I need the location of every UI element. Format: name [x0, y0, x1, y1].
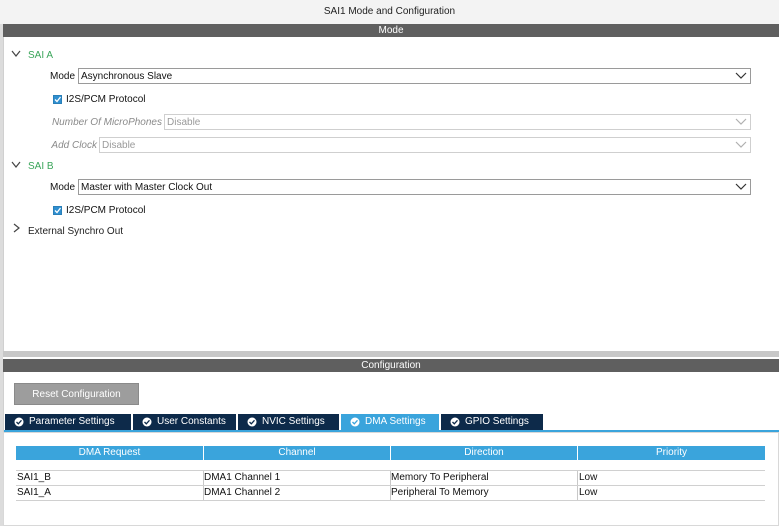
table-row-1-priority[interactable]: Low [577, 471, 765, 485]
table-row-1-request[interactable]: SAI1_B [15, 471, 203, 485]
sai-b-mode-select[interactable]: Master with Master Clock Out [78, 179, 751, 195]
row-divider [16, 500, 765, 501]
check-circle-icon [14, 417, 24, 427]
chevron-down-icon [735, 71, 747, 81]
sai-a-protocol-label: I2S/PCM Protocol [66, 94, 146, 105]
sai-a-mode-label: Mode [49, 71, 75, 82]
chevron-down-icon [735, 182, 747, 192]
tab-label: GPIO Settings [465, 416, 529, 427]
sai-a-microphones-label: Number Of MicroPhones [51, 117, 162, 128]
tab-label: DMA Settings [365, 416, 426, 427]
tab-parameter-settings[interactable]: Parameter Settings [5, 414, 131, 430]
table-row-1-direction[interactable]: Memory To Peripheral [389, 471, 577, 485]
sai-a-add-clock-select[interactable]: Disable [99, 137, 751, 153]
sai-b-group-label: SAI B [28, 161, 54, 172]
table-row-1-channel[interactable]: DMA1 Channel 1 [202, 471, 390, 485]
sai-a-group-label: SAI A [28, 50, 54, 61]
sai-a-add-clock-label: Add Clock [51, 140, 97, 151]
tab-nvic-settings[interactable]: NVIC Settings [238, 414, 339, 430]
sai-a-protocol-checkbox[interactable] [53, 95, 62, 104]
reset-configuration-button[interactable]: Reset Configuration [14, 383, 139, 405]
configuration-section-header: Configuration [3, 359, 779, 372]
chevron-down-icon [735, 140, 747, 150]
panel-divider[interactable] [3, 351, 779, 357]
sai-a-mode-select[interactable]: Asynchronous Slave [78, 68, 751, 84]
chevron-down-icon [735, 117, 747, 127]
sai-b-protocol-checkbox[interactable] [53, 206, 62, 215]
tab-label: User Constants [157, 416, 226, 427]
sai-a-collapse-chevron-icon[interactable] [10, 48, 22, 60]
sai-b-collapse-chevron-icon[interactable] [10, 159, 22, 171]
sai-a-mode-value: Asynchronous Slave [81, 71, 173, 82]
external-synchro-label: External Synchro Out [28, 226, 124, 237]
check-circle-icon [450, 417, 460, 427]
sai-b-protocol-label: I2S/PCM Protocol [66, 205, 146, 216]
mode-section-header: Mode [3, 24, 779, 37]
window-title: SAI1 Mode and Configuration [0, 0, 779, 24]
column-header-priority[interactable]: Priority [578, 446, 765, 460]
table-row-2-channel[interactable]: DMA1 Channel 2 [202, 486, 390, 500]
column-header-channel[interactable]: Channel [204, 446, 390, 460]
table-row-2-direction[interactable]: Peripheral To Memory [389, 486, 577, 500]
sai-b-mode-value: Master with Master Clock Out [81, 182, 213, 193]
sai-a-microphones-value: Disable [167, 117, 201, 128]
tab-gpio-settings[interactable]: GPIO Settings [441, 414, 543, 430]
tab-label: Parameter Settings [29, 416, 115, 427]
external-synchro-expand-chevron-icon[interactable] [10, 222, 22, 234]
table-row-2-request[interactable]: SAI1_A [15, 486, 203, 500]
tab-user-constants[interactable]: User Constants [133, 414, 236, 430]
table-row-2-priority[interactable]: Low [577, 486, 765, 500]
check-circle-icon [350, 417, 360, 427]
sai-b-mode-label: Mode [49, 182, 75, 193]
sai-a-add-clock-value: Disable [102, 140, 136, 151]
column-header-direction[interactable]: Direction [391, 446, 577, 460]
tab-label: NVIC Settings [262, 416, 325, 427]
tab-dma-settings[interactable]: DMA Settings [341, 414, 439, 430]
sai-a-microphones-select[interactable]: Disable [164, 114, 751, 130]
column-header-dma-request[interactable]: DMA Request [16, 446, 203, 460]
check-circle-icon [247, 417, 257, 427]
check-circle-icon [142, 417, 152, 427]
